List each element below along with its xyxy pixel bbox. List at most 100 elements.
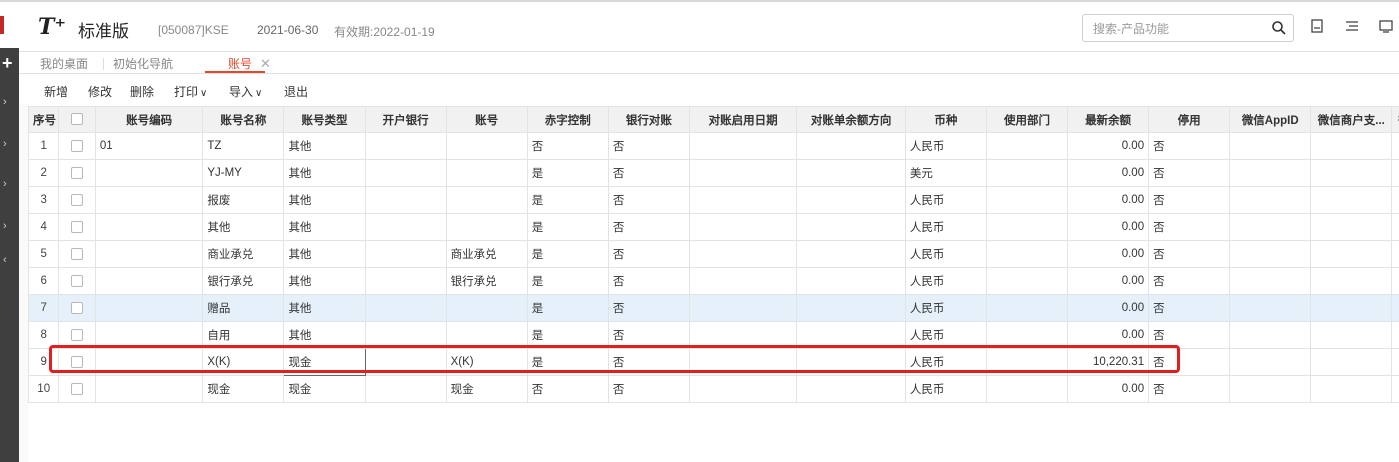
table-cell[interactable]: 人民币 — [904, 321, 987, 349]
table-cell[interactable] — [688, 186, 798, 214]
search-input[interactable] — [1091, 16, 1265, 42]
row-index-cell[interactable]: 9 — [27, 348, 60, 376]
table-cell[interactable] — [445, 186, 528, 214]
exit-button[interactable]: 退出 — [284, 83, 308, 100]
col-header[interactable]: 账号 — [445, 106, 528, 133]
table-cell[interactable]: 商业承兑 — [445, 240, 528, 268]
nav-arrow-icon[interactable]: ‹ — [3, 254, 7, 266]
table-row[interactable]: 5 商业承兑 其他 商业承兑是否人民币 0.00 否 — [27, 240, 1399, 268]
table-cell[interactable]: 其他 — [283, 267, 366, 295]
table-cell[interactable] — [1229, 213, 1312, 241]
row-checkbox-cell[interactable] — [58, 240, 96, 268]
table-cell[interactable] — [94, 375, 204, 403]
table-cell[interactable]: 否 — [607, 132, 690, 160]
row-checkbox-cell[interactable] — [58, 159, 96, 187]
table-cell[interactable] — [364, 375, 447, 403]
table-cell[interactable]: 是 — [526, 213, 609, 241]
table-cell[interactable] — [364, 213, 447, 241]
table-cell[interactable]: 其他 — [202, 213, 285, 241]
table-cell[interactable]: 0.00 — [1067, 267, 1150, 295]
table-cell[interactable] — [1310, 213, 1393, 241]
table-cell[interactable]: 现金 — [283, 375, 366, 403]
nav-arrow-icon[interactable]: › — [3, 178, 7, 190]
table-cell[interactable]: 其他 — [283, 240, 366, 268]
table-cell[interactable]: 否 — [607, 294, 690, 322]
table-cell[interactable]: 现金 — [202, 375, 285, 403]
table-cell[interactable] — [94, 348, 204, 376]
import-button[interactable]: 导入 ∨ — [229, 83, 262, 100]
col-header[interactable]: 使用部门 — [985, 106, 1069, 133]
table-cell[interactable]: 否 — [526, 132, 609, 160]
table-cell[interactable]: 其他 — [283, 213, 366, 241]
col-header[interactable]: 账号编码 — [94, 106, 204, 133]
table-cell[interactable] — [688, 132, 798, 160]
table-cell[interactable]: 否 — [607, 321, 690, 349]
add-button[interactable]: 新增 — [44, 83, 68, 100]
table-cell[interactable] — [1391, 186, 1399, 214]
table-cell[interactable]: 否 — [1148, 375, 1231, 403]
table-row[interactable]: 6 银行承兑 其他 银行承兑是否人民币 0.00 否 — [27, 267, 1399, 295]
table-cell[interactable]: 0.00 — [1067, 375, 1150, 403]
row-index-cell[interactable]: 8 — [27, 321, 60, 349]
save-layout-icon[interactable] — [1311, 19, 1323, 36]
table-cell[interactable] — [94, 159, 204, 187]
table-cell[interactable]: 0.00 — [1067, 186, 1150, 214]
table-cell[interactable]: 报废 — [202, 186, 285, 214]
table-cell[interactable] — [364, 132, 447, 160]
table-row[interactable]: 10 现金 现金 现金否否人民币 0.00 否 — [27, 375, 1399, 403]
table-cell[interactable]: 是 — [526, 159, 609, 187]
table-cell[interactable] — [364, 321, 447, 349]
table-cell[interactable] — [688, 294, 798, 322]
table-cell[interactable] — [688, 375, 798, 403]
edit-button[interactable]: 修改 — [88, 83, 112, 100]
checkbox[interactable] — [71, 166, 84, 179]
row-index-cell[interactable]: 5 — [27, 240, 60, 268]
table-cell[interactable] — [985, 240, 1069, 268]
row-index-cell[interactable]: 10 — [27, 375, 60, 403]
table-cell[interactable]: 否 — [607, 186, 690, 214]
tab-account[interactable]: 账号 ✕ — [228, 55, 271, 72]
table-cell[interactable] — [796, 348, 906, 376]
table-cell[interactable] — [364, 267, 447, 295]
table-cell[interactable]: 否 — [1148, 294, 1231, 322]
table-cell[interactable]: 否 — [1148, 132, 1231, 160]
table-cell[interactable]: 人民币 — [904, 267, 987, 295]
table-cell[interactable] — [1391, 294, 1399, 322]
table-cell[interactable] — [985, 375, 1069, 403]
col-header[interactable]: 币种 — [904, 106, 987, 133]
checkbox[interactable] — [71, 355, 84, 368]
col-header[interactable]: 账号类型 — [283, 106, 366, 133]
col-header[interactable]: 停用 — [1148, 106, 1231, 133]
table-cell[interactable] — [796, 159, 906, 187]
table-row[interactable]: 1 01 TZ 其他否否人民币 0.00 否 — [27, 132, 1399, 160]
table-cell[interactable] — [1229, 186, 1312, 214]
checkbox[interactable] — [71, 274, 84, 287]
row-checkbox-cell[interactable] — [58, 294, 96, 322]
row-index-cell[interactable]: 2 — [27, 159, 60, 187]
nav-arrow-icon[interactable]: › — [3, 138, 7, 150]
table-cell[interactable] — [1310, 186, 1393, 214]
table-cell[interactable]: 银行承兑 — [445, 267, 528, 295]
table-cell[interactable]: 否 — [1148, 348, 1231, 376]
table-cell[interactable] — [94, 321, 204, 349]
table-cell[interactable] — [1310, 375, 1393, 403]
table-cell[interactable]: 人民币 — [904, 294, 987, 322]
table-cell[interactable]: 否 — [607, 213, 690, 241]
table-cell[interactable] — [688, 348, 798, 376]
table-cell[interactable] — [445, 321, 528, 349]
col-header[interactable]: 微信 — [1391, 106, 1399, 133]
checkbox[interactable] — [71, 382, 84, 395]
table-cell[interactable]: 人民币 — [904, 375, 987, 403]
table-cell[interactable] — [1391, 240, 1399, 268]
table-cell[interactable] — [1310, 267, 1393, 295]
table-cell[interactable]: 0.00 — [1067, 159, 1150, 187]
row-index-cell[interactable]: 1 — [27, 132, 60, 160]
table-cell[interactable] — [1310, 348, 1393, 376]
table-cell[interactable] — [985, 213, 1069, 241]
col-header[interactable]: 对账启用日期 — [688, 106, 798, 133]
table-cell[interactable] — [94, 240, 204, 268]
table-cell[interactable]: 人民币 — [904, 240, 987, 268]
table-cell[interactable]: 其他 — [283, 132, 366, 160]
col-header[interactable]: 开户银行 — [364, 106, 447, 133]
checkbox[interactable] — [71, 220, 84, 233]
